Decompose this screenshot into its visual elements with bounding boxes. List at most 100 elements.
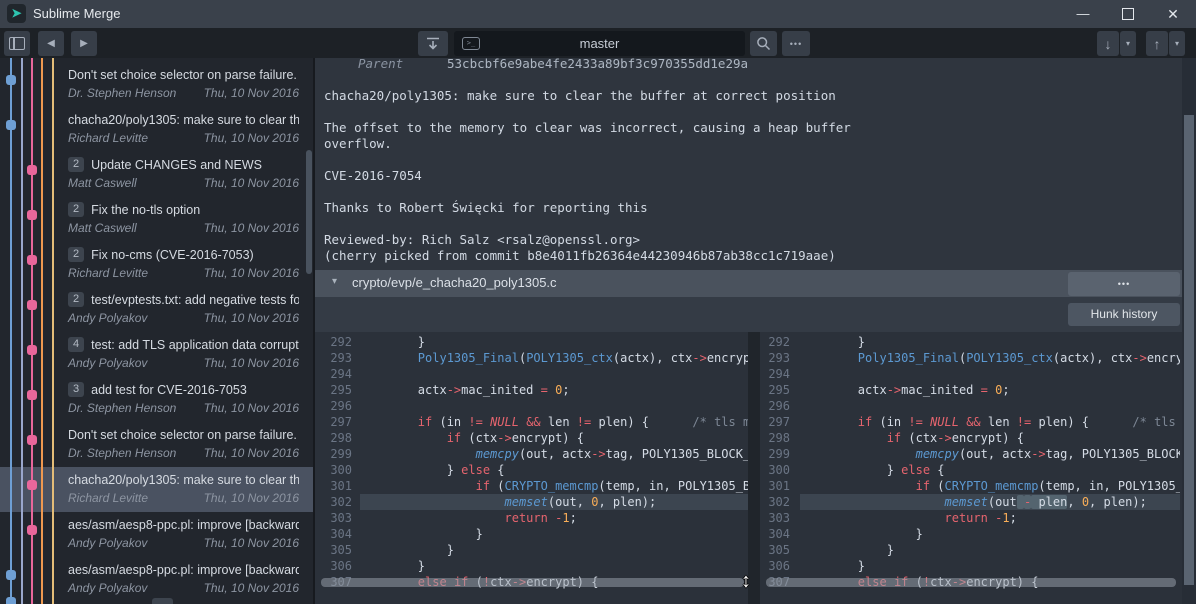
code-line[interactable]: 296 bbox=[315, 398, 748, 414]
code-line[interactable]: 296 bbox=[760, 398, 1180, 414]
code-line[interactable]: 298 if (ctx->encrypt) { bbox=[760, 430, 1180, 446]
code-line[interactable]: 304 } bbox=[315, 526, 748, 542]
commit-graph-dot[interactable] bbox=[27, 480, 37, 490]
close-button[interactable]: ✕ bbox=[1158, 0, 1188, 28]
collapse-file-icon[interactable]: ▾ bbox=[332, 276, 337, 287]
sidebar-scrollbar-thumb[interactable] bbox=[306, 150, 312, 274]
code-line[interactable]: 300 } else { bbox=[315, 462, 748, 478]
commit-author: Matt Caswell bbox=[68, 221, 137, 235]
push-button[interactable]: ↑ bbox=[1146, 31, 1168, 56]
commit-author: Andy Polyakov bbox=[68, 356, 147, 370]
code-line[interactable]: 293 Poly1305_Final(POLY1305_ctx(actx), c… bbox=[760, 350, 1180, 366]
code-line[interactable]: 301 if (CRYPTO_memcmp(temp, in, POLY1305… bbox=[315, 478, 748, 494]
commit-graph-dot[interactable] bbox=[27, 390, 37, 400]
code-line[interactable]: 300 } else { bbox=[760, 462, 1180, 478]
code-line[interactable]: 297 if (in != NULL && len != plen) { /* … bbox=[760, 414, 1180, 430]
main-vscrollbar-track[interactable] bbox=[1182, 58, 1196, 604]
code-line[interactable]: 304 } bbox=[760, 526, 1180, 542]
commit-row[interactable]: Don't set choice selector on parse failu… bbox=[0, 422, 313, 467]
commit-row[interactable]: 4test: add TLS application data corrupti… bbox=[0, 332, 313, 377]
navigate-back-button[interactable]: ◀ bbox=[38, 31, 64, 56]
commit-row[interactable]: 2Update CHANGES and NEWSMatt CaswellThu,… bbox=[0, 152, 313, 197]
commit-row[interactable]: 2test/evptests.txt: add negative tests f… bbox=[0, 287, 313, 332]
code-line[interactable]: 294 bbox=[760, 366, 1180, 382]
commit-graph-dot[interactable] bbox=[27, 255, 37, 265]
line-number: 293 bbox=[760, 350, 800, 366]
right-pane-hscrollbar-thumb[interactable] bbox=[766, 578, 1176, 587]
code-line[interactable]: 306 } bbox=[315, 558, 748, 574]
commit-subject: Fix no-cms (CVE-2016-7053) bbox=[91, 248, 254, 262]
code-line[interactable]: 292 } bbox=[760, 334, 1180, 350]
commit-graph-dot[interactable] bbox=[6, 120, 16, 130]
minimize-button[interactable]: — bbox=[1068, 0, 1098, 28]
code-line[interactable]: 305 } bbox=[760, 542, 1180, 558]
code-line[interactable]: 298 if (ctx->encrypt) { bbox=[315, 430, 748, 446]
diff-pane-old[interactable]: 292 }293 Poly1305_Final(POLY1305_ctx(act… bbox=[315, 334, 748, 590]
search-button[interactable] bbox=[750, 31, 777, 56]
commit-row[interactable]: 3add test for CVE-2016-7053Dr. Stephen H… bbox=[0, 377, 313, 422]
file-more-button[interactable]: ••• bbox=[1068, 272, 1180, 296]
commit-graph-dot[interactable] bbox=[27, 345, 37, 355]
line-number: 292 bbox=[760, 334, 800, 350]
push-dropdown-button[interactable]: ▾ bbox=[1169, 31, 1185, 56]
code-line[interactable]: 293 Poly1305_Final(POLY1305_ctx(actx), c… bbox=[315, 350, 748, 366]
pull-button[interactable]: ↓ bbox=[1097, 31, 1119, 56]
code-line[interactable]: 299 memcpy(out, actx->tag, POLY1305_BLOC… bbox=[315, 446, 748, 462]
code-line[interactable]: 292 } bbox=[315, 334, 748, 350]
commit-button[interactable] bbox=[418, 31, 448, 56]
left-pane-hscrollbar-thumb[interactable] bbox=[321, 578, 744, 587]
commit-date: Thu, 10 Nov 2016 bbox=[204, 311, 299, 325]
code-text: } bbox=[800, 558, 1180, 574]
commit-graph-dot[interactable] bbox=[27, 525, 37, 535]
commit-graph-dot[interactable] bbox=[27, 300, 37, 310]
commit-graph-dot[interactable] bbox=[27, 435, 37, 445]
main-vscrollbar-thumb[interactable] bbox=[1184, 115, 1194, 585]
hunk-history-button[interactable]: Hunk history bbox=[1068, 303, 1180, 326]
code-line[interactable]: 306 } bbox=[760, 558, 1180, 574]
line-number: 297 bbox=[315, 414, 360, 430]
command-palette-field[interactable]: >_ master bbox=[454, 31, 745, 56]
maximize-icon bbox=[1122, 8, 1134, 20]
window-title: Sublime Merge bbox=[33, 6, 120, 21]
commit-row[interactable]: 2Fix the no-tls optionMatt CaswellThu, 1… bbox=[0, 197, 313, 242]
maximize-button[interactable] bbox=[1113, 0, 1143, 28]
commit-row[interactable]: chacha20/poly1305: make sure to clear th… bbox=[0, 107, 313, 152]
pull-dropdown-button[interactable]: ▾ bbox=[1120, 31, 1136, 56]
commit-graph-dot[interactable] bbox=[27, 210, 37, 220]
commit-graph-dot[interactable] bbox=[27, 165, 37, 175]
commit-row[interactable]: Don't set choice selector on parse failu… bbox=[0, 62, 313, 107]
file-diff-header[interactable]: ▾ crypto/evp/e_chacha20_poly1305.c ••• bbox=[315, 270, 1182, 297]
stage-commit-icon bbox=[425, 36, 441, 51]
code-line[interactable]: 302 memset(out - plen, 0, plen); bbox=[760, 494, 1180, 510]
graph-branch-line bbox=[31, 58, 33, 604]
commit-subject: Don't set choice selector on parse failu… bbox=[68, 68, 297, 82]
code-line[interactable]: 302 memset(out, 0, plen); bbox=[315, 494, 748, 510]
toolbar-more-button[interactable]: ••• bbox=[782, 31, 810, 56]
code-line[interactable]: 299 memcpy(out, actx->tag, POLY1305_BLOC… bbox=[760, 446, 1180, 462]
title-bar[interactable]: ➤ Sublime Merge — ✕ bbox=[0, 0, 1196, 28]
commit-row[interactable]: aes/asm/aesp8-ppc.pl: improve [backward]… bbox=[0, 512, 313, 557]
commit-author: Richard Levitte bbox=[68, 266, 148, 280]
navigate-forward-button[interactable]: ▶ bbox=[71, 31, 97, 56]
commit-row[interactable]: chacha20/poly1305: make sure to clear th… bbox=[0, 467, 313, 512]
code-text: return -1; bbox=[800, 510, 1180, 526]
code-line[interactable]: 303 return -1; bbox=[760, 510, 1180, 526]
code-line[interactable]: 295 actx->mac_inited = 0; bbox=[760, 382, 1180, 398]
code-line[interactable]: 301 if (CRYPTO_memcmp(temp, in, POLY1305… bbox=[760, 478, 1180, 494]
commit-graph-dot[interactable] bbox=[6, 75, 16, 85]
diff-pane-divider[interactable] bbox=[748, 332, 760, 604]
commit-graph-dot[interactable] bbox=[6, 570, 16, 580]
toggle-sidebar-button[interactable] bbox=[4, 31, 30, 56]
commit-row[interactable]: aes/asm/aesp8-ppc.pl: improve [backward]… bbox=[0, 557, 313, 602]
commit-subject: aes/asm/aesp8-ppc.pl: improve [backward] bbox=[68, 518, 299, 532]
code-line[interactable]: 297 if (in != NULL && len != plen) { /* … bbox=[315, 414, 748, 430]
code-line[interactable]: 303 return -1; bbox=[315, 510, 748, 526]
code-text: } bbox=[800, 542, 1180, 558]
commit-row[interactable]: 2Fix no-cms (CVE-2016-7053)Richard Levit… bbox=[0, 242, 313, 287]
diff-pane-new[interactable]: 292 }293 Poly1305_Final(POLY1305_ctx(act… bbox=[760, 334, 1180, 590]
code-line[interactable]: 294 bbox=[315, 366, 748, 382]
code-line[interactable]: 305 } bbox=[315, 542, 748, 558]
code-line[interactable]: 295 actx->mac_inited = 0; bbox=[315, 382, 748, 398]
commit-subject: test/evptests.txt: add negative tests fo… bbox=[91, 293, 299, 307]
parent-hash[interactable]: 53cbcbf6e9abe4fe2433a89bf3c970355dd1e29a bbox=[447, 58, 748, 72]
